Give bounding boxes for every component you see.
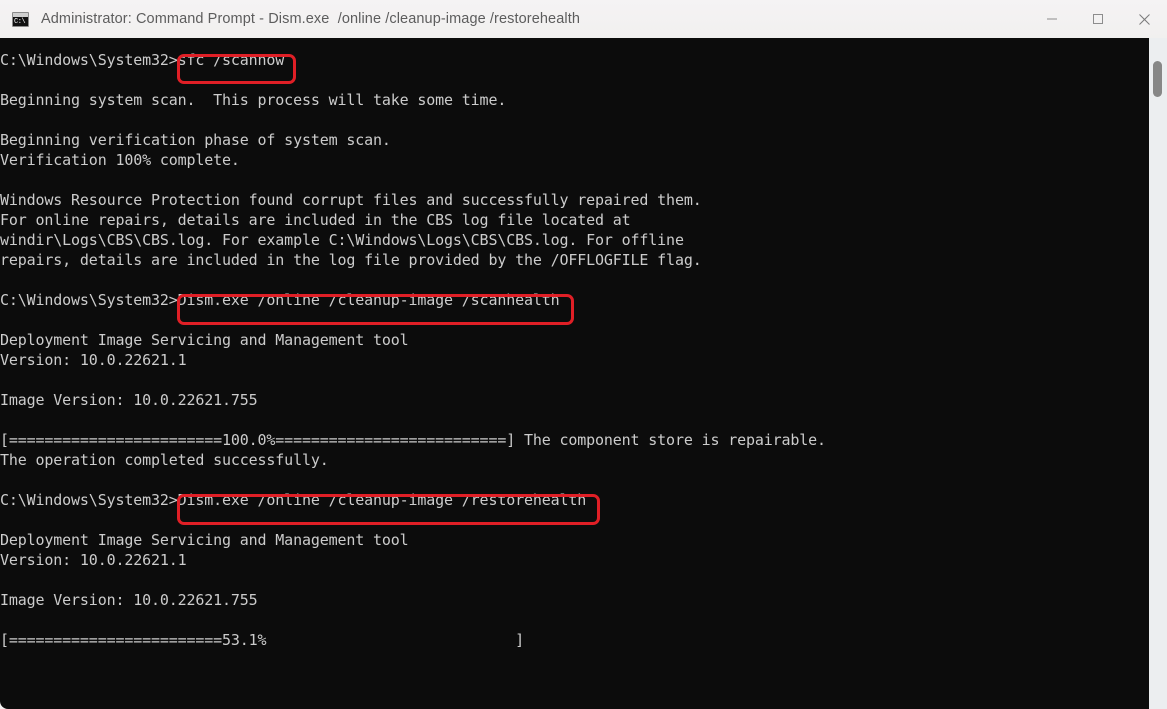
close-icon bbox=[1138, 13, 1150, 25]
command-prompt-icon-glyph: C:\ bbox=[14, 17, 26, 26]
scrollbar-thumb[interactable] bbox=[1153, 61, 1162, 97]
maximize-button[interactable] bbox=[1075, 0, 1121, 38]
window-title: Administrator: Command Prompt - Dism.exe… bbox=[41, 11, 580, 27]
minimize-icon bbox=[1047, 18, 1057, 20]
maximize-icon bbox=[1093, 14, 1103, 24]
close-button[interactable] bbox=[1121, 0, 1167, 38]
console-text: C:\Windows\System32>sfc /scannow Beginni… bbox=[0, 51, 826, 649]
terminal-output-area[interactable]: C:\Windows\System32>sfc /scannow Beginni… bbox=[0, 38, 1149, 709]
window-controls bbox=[1029, 0, 1167, 38]
command-prompt-window: C:\ Administrator: Command Prompt - Dism… bbox=[0, 0, 1167, 709]
title-bar[interactable]: C:\ Administrator: Command Prompt - Dism… bbox=[0, 0, 1167, 38]
vertical-scrollbar[interactable] bbox=[1149, 38, 1167, 709]
minimize-button[interactable] bbox=[1029, 0, 1075, 38]
command-prompt-icon: C:\ bbox=[12, 11, 29, 27]
